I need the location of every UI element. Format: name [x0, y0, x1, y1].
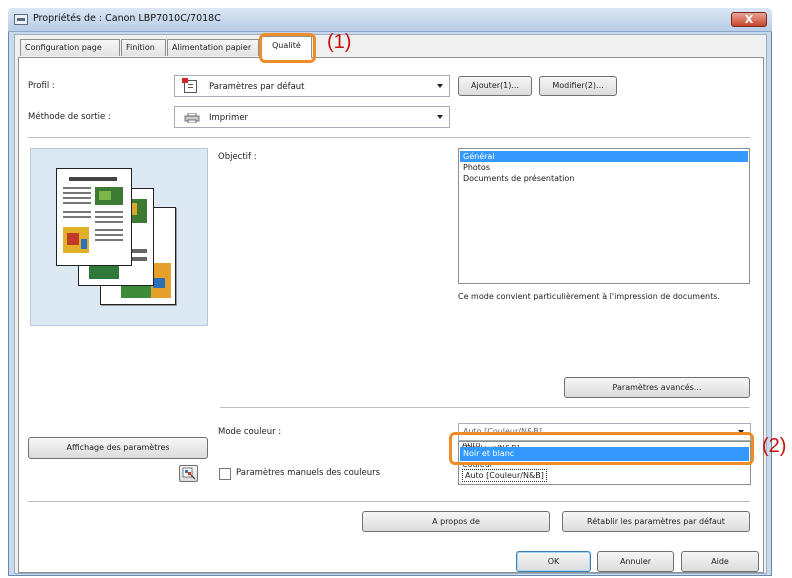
window-title: Propriétés de : Canon LBP7010C/7018C	[33, 13, 221, 24]
cancel-button[interactable]: Annuler	[597, 551, 674, 572]
output-method-select[interactable]: Imprimer	[174, 106, 450, 128]
callout-highlight-option	[449, 432, 754, 465]
chevron-down-icon	[437, 115, 443, 119]
chevron-down-icon	[437, 84, 443, 88]
close-button[interactable]: X	[731, 12, 767, 27]
about-button[interactable]: A propos de	[362, 511, 550, 532]
color-option-auto[interactable]: Auto [Couleur/N&B]	[462, 469, 547, 482]
objective-label: Objectif :	[218, 152, 257, 162]
ok-button[interactable]: OK	[516, 551, 591, 572]
profile-select[interactable]: Paramètres par défaut	[174, 75, 450, 97]
divider	[28, 501, 750, 502]
callout-number-2: (2)	[762, 435, 787, 457]
objective-item-presentation[interactable]: Documents de présentation	[460, 173, 748, 184]
show-settings-button[interactable]: Affichage des paramètres	[28, 437, 208, 459]
printer-icon	[184, 113, 200, 123]
help-button[interactable]: Aide	[681, 551, 759, 572]
restore-defaults-button[interactable]: Rétablir les paramètres par défaut	[562, 511, 750, 532]
manual-color-label: Paramètres manuels des couleurs	[236, 468, 381, 478]
divider	[28, 137, 750, 138]
output-method-value: Imprimer	[209, 113, 249, 123]
preview-page-front	[56, 168, 132, 266]
profile-value: Paramètres par défaut	[209, 82, 305, 92]
edit-profile-button[interactable]: Modifier(2)...	[539, 76, 617, 96]
tab-finition[interactable]: Finition	[121, 39, 166, 56]
color-mode-label: Mode couleur :	[218, 427, 282, 437]
add-profile-button[interactable]: Ajouter(1)...	[458, 76, 532, 96]
advanced-settings-button[interactable]: Paramètres avancés...	[564, 377, 750, 398]
profile-document-icon	[182, 78, 197, 93]
output-method-label: Méthode de sortie :	[28, 112, 111, 122]
objective-item-photos[interactable]: Photos	[460, 162, 748, 173]
divider	[220, 407, 750, 408]
printer-app-icon	[14, 14, 28, 25]
callout-highlight-tab	[259, 33, 316, 63]
tab-alimentation-papier[interactable]: Alimentation papier	[167, 39, 259, 56]
color-settings-icon[interactable]	[179, 465, 198, 482]
objective-item-general[interactable]: Général	[460, 151, 748, 162]
objective-description: Ce mode convient particulièrement à l'im…	[458, 292, 720, 301]
tab-configuration-page[interactable]: Configuration page	[20, 39, 120, 56]
objective-listbox[interactable]: Général Photos Documents de présentation	[458, 148, 750, 284]
profile-label: Profil :	[28, 81, 55, 91]
manual-color-checkbox[interactable]	[219, 468, 231, 480]
callout-number-1: (1)	[327, 31, 352, 53]
